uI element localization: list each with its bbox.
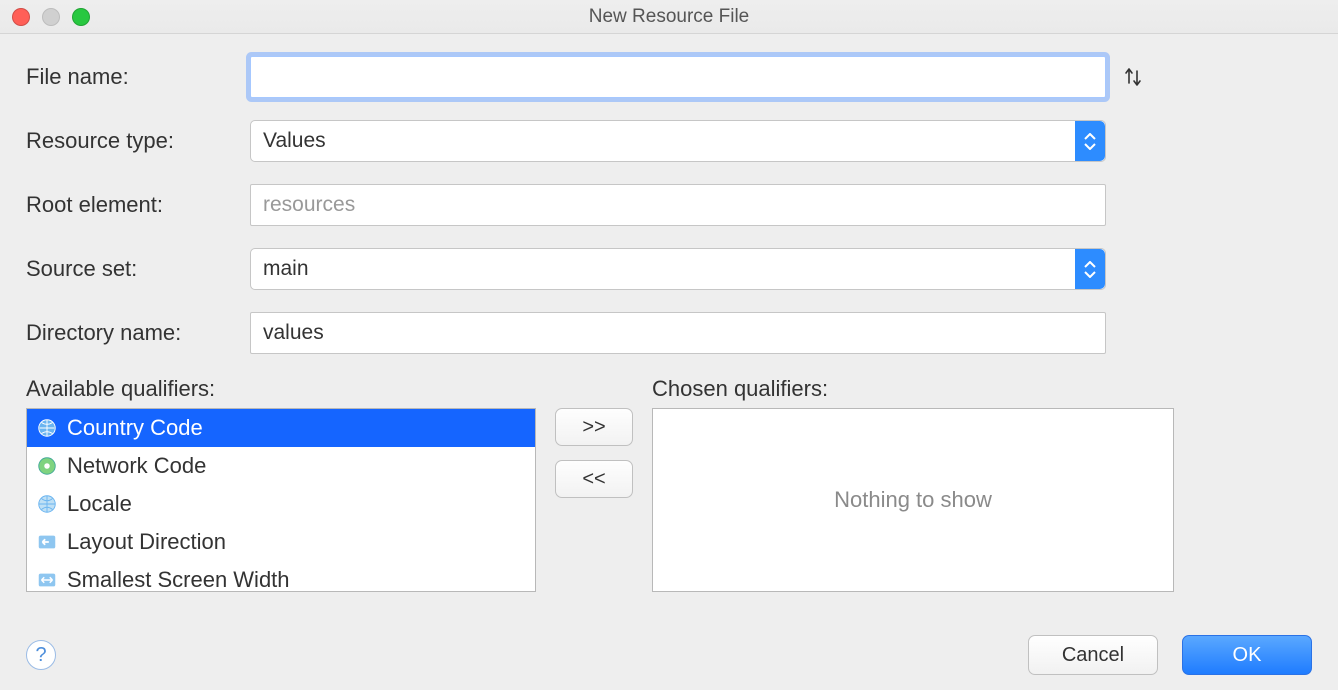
chosen-qualifiers-label: Chosen qualifiers: — [652, 376, 1174, 402]
list-item-label: Layout Direction — [67, 529, 226, 555]
list-item[interactable]: Network Code — [27, 447, 535, 485]
select-arrows-icon — [1075, 249, 1105, 289]
available-qualifiers-label: Available qualifiers: — [26, 376, 536, 402]
globe-flag-icon — [35, 416, 59, 440]
transfer-buttons: >> << — [552, 408, 636, 592]
available-qualifiers-list[interactable]: Country Code Network Code Locale Layout Dir… — [26, 408, 536, 592]
ok-button[interactable]: OK — [1182, 635, 1312, 675]
window-title: New Resource File — [0, 6, 1338, 28]
label-source-set: Source set: — [26, 256, 250, 282]
file-name-input[interactable] — [250, 56, 1106, 98]
list-item-label: Locale — [67, 491, 132, 517]
screen-width-icon — [35, 568, 59, 592]
row-resource-type: Resource type: Values — [26, 120, 1312, 162]
source-set-value: main — [263, 257, 309, 281]
cancel-button[interactable]: Cancel — [1028, 635, 1158, 675]
list-item[interactable]: Locale — [27, 485, 535, 523]
source-set-select[interactable]: main — [250, 248, 1106, 290]
list-item[interactable]: Layout Direction — [27, 523, 535, 561]
chosen-qualifiers-list[interactable]: Nothing to show — [652, 408, 1174, 592]
reorder-icon[interactable] — [1118, 65, 1148, 89]
help-icon: ? — [35, 644, 46, 667]
network-icon — [35, 454, 59, 478]
row-root-element: Root element: — [26, 184, 1312, 226]
list-item-label: Smallest Screen Width — [67, 567, 290, 592]
row-source-set: Source set: main — [26, 248, 1312, 290]
qualifiers-section: Available qualifiers: Country Code Networ… — [26, 376, 1312, 592]
row-directory-name: Directory name: — [26, 312, 1312, 354]
layout-direction-icon — [35, 530, 59, 554]
label-directory-name: Directory name: — [26, 320, 250, 346]
titlebar: New Resource File — [0, 0, 1338, 34]
dialog-content: File name: Resource type: Values Root el… — [0, 34, 1338, 592]
list-item-label: Network Code — [67, 453, 206, 479]
list-item[interactable]: Country Code — [27, 409, 535, 447]
chosen-empty-text: Nothing to show — [834, 487, 992, 513]
add-qualifier-button[interactable]: >> — [555, 408, 633, 446]
label-resource-type: Resource type: — [26, 128, 250, 154]
remove-qualifier-button[interactable]: << — [555, 460, 633, 498]
resource-type-value: Values — [263, 129, 326, 153]
list-item-label: Country Code — [67, 415, 203, 441]
globe-icon — [35, 492, 59, 516]
directory-name-input[interactable] — [250, 312, 1106, 354]
resource-type-select[interactable]: Values — [250, 120, 1106, 162]
dialog-footer: ? Cancel OK — [0, 628, 1338, 690]
row-file-name: File name: — [26, 56, 1312, 98]
select-arrows-icon — [1075, 121, 1105, 161]
root-element-input[interactable] — [250, 184, 1106, 226]
label-file-name: File name: — [26, 64, 250, 90]
list-item[interactable]: Smallest Screen Width — [27, 561, 535, 592]
help-button[interactable]: ? — [26, 640, 56, 670]
label-root-element: Root element: — [26, 192, 250, 218]
